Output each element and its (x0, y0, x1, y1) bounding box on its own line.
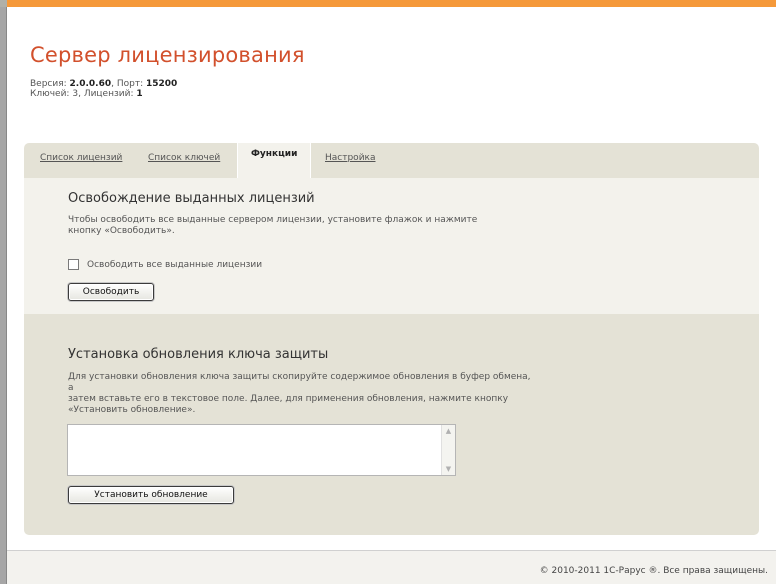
textarea-scrollbar[interactable]: ▲ ▼ (441, 425, 455, 475)
release-all-checkbox[interactable] (68, 259, 79, 270)
scroll-down-arrow-icon[interactable]: ▼ (442, 463, 455, 475)
release-licenses-section: Освобождение выданных лицензий Чтобы осв… (24, 178, 759, 314)
update-section-title: Установка обновления ключа защиты (68, 347, 329, 362)
footer: © 2010-2011 1С-Рарус ®. Все права защище… (7, 551, 776, 584)
release-section-title: Освобождение выданных лицензий (68, 191, 315, 206)
copyright: © 2010-2011 1С-Рарус ®. Все права защище… (539, 566, 768, 576)
scroll-up-arrow-icon[interactable]: ▲ (442, 425, 455, 437)
tab-strip: Список лицензий Список ключей Функции На… (24, 143, 759, 179)
release-description: Чтобы освободить все выданные сервером л… (68, 215, 478, 236)
keys-value: 3 (72, 89, 79, 99)
top-accent-bar (0, 0, 776, 7)
install-update-button[interactable]: Установить обновление (68, 486, 234, 504)
tab-license-list[interactable]: Список лицензий (40, 153, 122, 163)
functions-panel: Список лицензий Список ключей Функции На… (24, 143, 759, 535)
server-info: Версия: 2.0.0.60, Порт: 15200 Ключей: 3,… (30, 79, 177, 99)
port-value: 15200 (146, 79, 178, 89)
tab-key-list[interactable]: Список ключей (148, 153, 220, 163)
release-button[interactable]: Освободить (68, 283, 154, 301)
window-left-border (0, 7, 7, 584)
version-value: 2.0.0.60 (69, 79, 112, 89)
licenses-value: 1 (136, 89, 143, 99)
server-info-line2: Ключей: 3, Лицензий: 1 (30, 89, 143, 99)
release-all-checkbox-row[interactable]: Освободить все выданные лицензии (68, 259, 262, 270)
tab-functions[interactable]: Функции (237, 143, 312, 179)
server-info-line1: Версия: 2.0.0.60, Порт: 15200 (30, 79, 178, 89)
tab-settings[interactable]: Настройка (325, 153, 376, 163)
update-description: Для установки обновления ключа защиты ск… (68, 372, 531, 415)
page-title: Сервер лицензирования (30, 43, 305, 67)
release-all-checkbox-label[interactable]: Освободить все выданные лицензии (87, 260, 262, 270)
update-textarea[interactable]: ▲ ▼ (67, 424, 456, 476)
